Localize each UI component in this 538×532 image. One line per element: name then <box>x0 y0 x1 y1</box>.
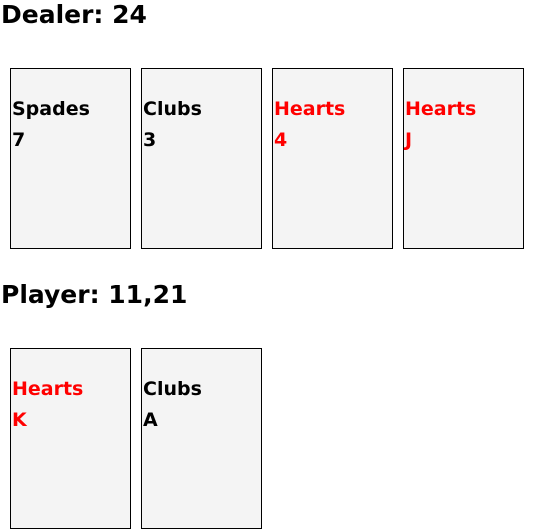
card-suit: Hearts <box>274 98 346 120</box>
dealer-card-3: Hearts 4 <box>272 68 393 249</box>
card-rank: J <box>405 129 413 151</box>
card-suit: Clubs <box>143 378 202 400</box>
card-rank: 7 <box>12 129 26 151</box>
player-hand: Hearts K Clubs A <box>10 348 530 529</box>
dealer-hand: Spades 7 Clubs 3 Hearts 4 Hearts J <box>10 68 530 249</box>
card-suit: Clubs <box>143 98 202 120</box>
dealer-card-1: Spades 7 <box>10 68 131 249</box>
card-rank: 4 <box>274 129 288 151</box>
card-rank: A <box>143 409 158 431</box>
player-score-heading: Player: 11,21 <box>1 280 188 309</box>
player-card-2: Clubs A <box>141 348 262 529</box>
card-suit: Hearts <box>405 98 477 120</box>
card-rank: 3 <box>143 129 157 151</box>
card-suit: Spades <box>12 98 90 120</box>
dealer-card-2: Clubs 3 <box>141 68 262 249</box>
player-card-1: Hearts K <box>10 348 131 529</box>
card-rank: K <box>12 409 27 431</box>
dealer-card-4: Hearts J <box>403 68 524 249</box>
card-suit: Hearts <box>12 378 84 400</box>
dealer-score-heading: Dealer: 24 <box>1 0 147 29</box>
